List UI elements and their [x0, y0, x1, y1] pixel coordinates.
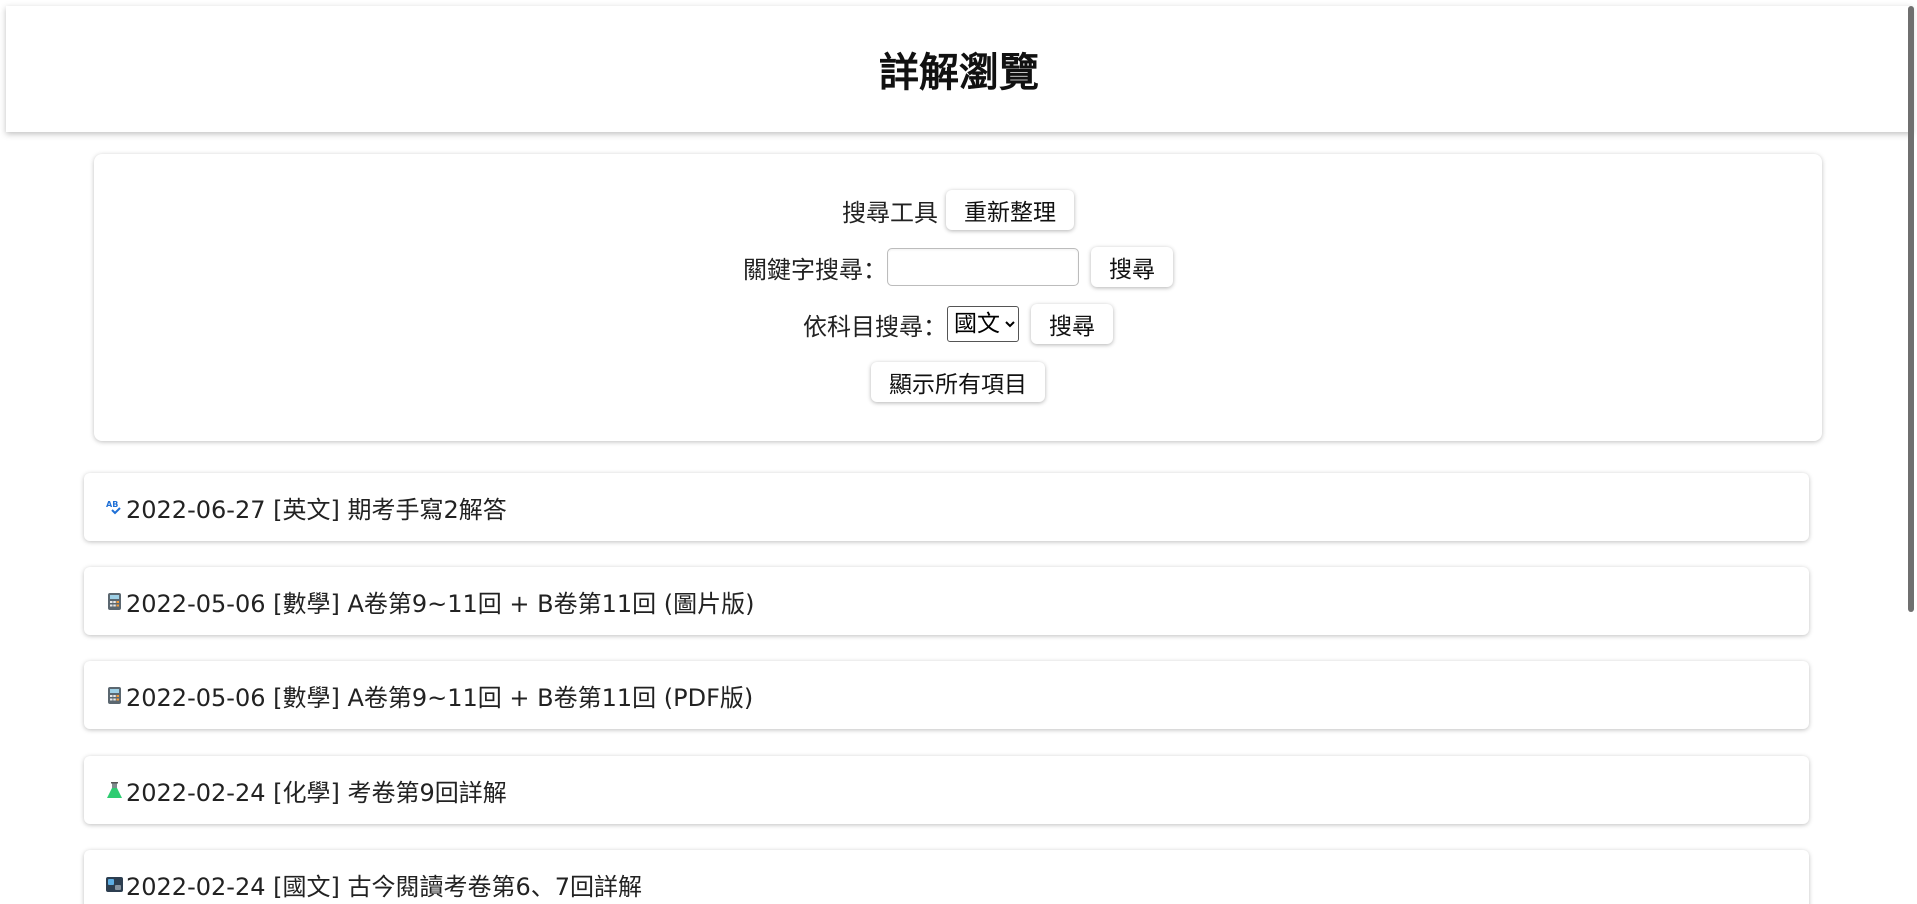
list-item[interactable]: 2022-02-24 [化學] 考卷第9回詳解 [84, 756, 1809, 824]
book-icon [105, 875, 124, 894]
list-item[interactable]: AB 2022-06-27 [英文] 期考手寫2解答 [84, 473, 1809, 541]
keyword-search-input[interactable] [887, 248, 1079, 286]
list-item-text: 2022-06-27 [英文] 期考手寫2解答 [126, 495, 507, 524]
keyword-search-row: 關鍵字搜尋： 搜尋 [94, 247, 1822, 287]
list-item-text: 2022-02-24 [國文] 古今閱讀考卷第6、7回詳解 [126, 872, 642, 901]
keyword-search-button[interactable]: 搜尋 [1091, 247, 1173, 287]
list-item-text: 2022-05-06 [數學] A卷第9~11回 + B卷第11回 (圖片版) [126, 589, 755, 618]
show-all-button[interactable]: 顯示所有項目 [871, 362, 1045, 402]
keyword-search-label: 關鍵字搜尋： [743, 255, 887, 284]
subject-search-label: 依科目搜尋： [803, 312, 947, 341]
flask-icon [105, 781, 124, 800]
search-tools-row: 搜尋工具 重新整理 [94, 190, 1822, 230]
page: 詳解瀏覽 搜尋工具 重新整理 關鍵字搜尋： 搜尋 依科目搜尋： 國文 搜尋 顯示… [0, 0, 1917, 904]
page-title: 詳解瀏覽 [879, 50, 1039, 96]
search-tools-label: 搜尋工具 [842, 198, 938, 227]
page-header: 詳解瀏覽 [6, 6, 1912, 132]
scrollbar-thumb[interactable] [1908, 6, 1914, 612]
list-item[interactable]: 2022-05-06 [數學] A卷第9~11回 + B卷第11回 (PDF版) [84, 661, 1809, 729]
show-all-row: 顯示所有項目 [94, 362, 1822, 402]
calculator-icon [105, 686, 124, 705]
search-tools-panel: 搜尋工具 重新整理 關鍵字搜尋： 搜尋 依科目搜尋： 國文 搜尋 顯示所有項目 [94, 154, 1822, 441]
subject-search-row: 依科目搜尋： 國文 搜尋 [94, 304, 1822, 344]
list-item-text: 2022-02-24 [化學] 考卷第9回詳解 [126, 778, 507, 807]
calculator-icon [105, 592, 124, 611]
list-item-text: 2022-05-06 [數學] A卷第9~11回 + B卷第11回 (PDF版) [126, 683, 754, 712]
subject-select[interactable]: 國文 [947, 306, 1019, 342]
refresh-button[interactable]: 重新整理 [946, 190, 1074, 230]
list-item[interactable]: 2022-05-06 [數學] A卷第9~11回 + B卷第11回 (圖片版) [84, 567, 1809, 635]
abc-spellcheck-icon: AB [105, 498, 124, 517]
list-item[interactable]: 2022-02-24 [國文] 古今閱讀考卷第6、7回詳解 [84, 850, 1809, 904]
subject-search-button[interactable]: 搜尋 [1031, 304, 1113, 344]
svg-text:AB: AB [106, 500, 118, 509]
